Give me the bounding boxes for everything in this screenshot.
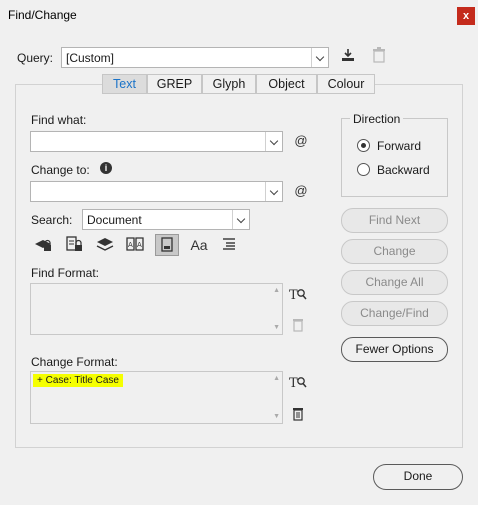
change-find-button[interactable]: Change/Find	[341, 301, 448, 326]
change-to-label: Change to:	[31, 163, 90, 177]
done-button[interactable]: Done	[373, 464, 463, 490]
change-button[interactable]: Change	[341, 239, 448, 264]
chevron-down-icon[interactable]	[311, 48, 328, 67]
tab-grep[interactable]: GREP	[147, 74, 202, 94]
find-next-button[interactable]: Find Next	[341, 208, 448, 233]
include-hidden-layers-icon[interactable]	[95, 236, 115, 256]
scroll-down-icon[interactable]: ▼	[273, 413, 280, 420]
find-what-label: Find what:	[31, 113, 87, 127]
tab-text[interactable]: Text	[102, 74, 147, 94]
scroll-up-icon[interactable]: ▲	[273, 287, 280, 294]
change-format-label: Change Format:	[31, 355, 118, 369]
svg-text:A: A	[128, 241, 133, 249]
forward-label[interactable]: Forward	[377, 139, 421, 153]
chevron-down-icon[interactable]	[232, 210, 249, 229]
special-characters-icon[interactable]: @	[291, 132, 311, 152]
change-to-input[interactable]	[30, 181, 283, 202]
whole-word-icon[interactable]	[219, 236, 239, 256]
forward-radio[interactable]	[357, 139, 370, 152]
chevron-down-icon[interactable]	[265, 182, 282, 201]
find-format-label: Find Format:	[31, 266, 100, 280]
query-value: [Custom]	[66, 51, 115, 65]
find-what-input[interactable]	[30, 131, 283, 152]
include-footnotes-icon[interactable]	[155, 234, 179, 256]
include-locked-stories-icon[interactable]	[64, 236, 84, 256]
include-locked-layers-icon[interactable]	[33, 236, 53, 256]
backward-label[interactable]: Backward	[377, 163, 430, 177]
query-label-text: Query:	[17, 51, 54, 65]
window-title: Find/Change	[8, 8, 77, 22]
query-label: Query:	[17, 51, 53, 65]
search-label: Search:	[31, 213, 73, 227]
at-symbol-icon: @	[294, 183, 308, 198]
include-master-pages-icon[interactable]: AA	[125, 236, 145, 256]
svg-text:A: A	[137, 241, 142, 249]
clear-change-format-icon[interactable]	[290, 407, 306, 423]
change-format-box[interactable]: + Case: Title Case ▲ ▼	[30, 371, 283, 424]
find-format-box[interactable]: ▲ ▼	[30, 283, 283, 335]
direction-group	[341, 118, 448, 197]
info-icon[interactable]: i	[100, 162, 112, 174]
fewer-options-button[interactable]: Fewer Options	[341, 337, 448, 362]
search-select[interactable]: Document	[82, 209, 250, 230]
save-query-icon[interactable]	[339, 47, 357, 67]
close-button[interactable]: x	[457, 7, 475, 25]
chevron-down-icon[interactable]	[265, 132, 282, 151]
case-sensitive-icon[interactable]: Aa	[188, 236, 210, 256]
search-value: Document	[87, 213, 142, 227]
scroll-down-icon[interactable]: ▼	[273, 324, 280, 331]
delete-query-icon[interactable]	[370, 47, 388, 67]
query-select[interactable]: [Custom]	[61, 47, 329, 68]
at-symbol-icon: @	[294, 133, 308, 148]
specify-change-format-icon[interactable]: T	[289, 374, 307, 392]
scroll-up-icon[interactable]: ▲	[273, 375, 280, 382]
special-characters-icon[interactable]: @	[291, 182, 311, 202]
svg-text:T: T	[289, 376, 298, 390]
change-all-button[interactable]: Change All	[341, 270, 448, 295]
change-format-value: + Case: Title Case	[33, 374, 123, 387]
backward-radio[interactable]	[357, 163, 370, 176]
tab-glyph[interactable]: Glyph	[202, 74, 256, 94]
direction-label: Direction	[350, 112, 404, 126]
tab-colour[interactable]: Colour	[317, 74, 375, 94]
svg-text:T: T	[289, 288, 298, 302]
tab-object[interactable]: Object	[256, 74, 317, 94]
clear-find-format-icon[interactable]	[290, 318, 306, 334]
specify-find-format-icon[interactable]: T	[289, 286, 307, 304]
